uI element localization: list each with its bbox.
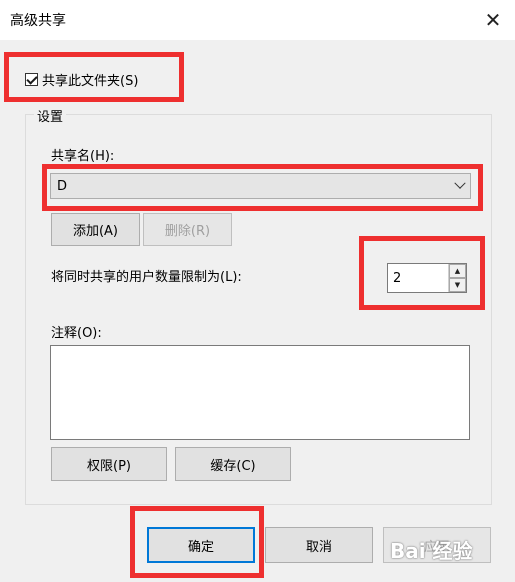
baidu-watermark: Bai 经验 [390, 539, 473, 563]
ok-button[interactable]: 确定 [147, 527, 255, 563]
share-folder-label: 共享此文件夹(S) [42, 74, 139, 89]
comment-label: 注释(O): [51, 326, 102, 341]
close-icon[interactable]: ✕ [478, 6, 508, 34]
cancel-button[interactable]: 取消 [265, 527, 373, 563]
checkbox-check-icon[interactable] [25, 73, 38, 86]
spin-up-icon[interactable]: ▲ [449, 264, 466, 278]
comment-textarea[interactable] [50, 345, 470, 440]
remove-button[interactable]: 删除(R) [143, 213, 232, 246]
spin-down-icon[interactable]: ▼ [449, 278, 466, 292]
user-limit-value[interactable]: 2 [388, 264, 448, 292]
user-limit-label: 将同时共享的用户数量限制为(L): [51, 270, 242, 285]
permissions-button[interactable]: 权限(P) [51, 447, 167, 481]
cache-button[interactable]: 缓存(C) [175, 447, 291, 481]
user-limit-stepper[interactable]: 2 ▲ ▼ [387, 263, 467, 293]
window-title: 高级共享 [10, 13, 66, 29]
share-name-dropdown[interactable]: D [50, 173, 471, 199]
share-name-label: 共享名(H): [51, 149, 115, 164]
share-name-value: D [57, 178, 68, 194]
title-bar [0, 0, 515, 40]
chevron-down-icon[interactable] [450, 176, 470, 196]
add-button[interactable]: 添加(A) [51, 213, 140, 246]
share-folder-checkbox[interactable]: 共享此文件夹(S) [25, 70, 138, 89]
settings-group-label: 设置 [34, 106, 67, 125]
stepper-arrows: ▲ ▼ [448, 264, 466, 292]
